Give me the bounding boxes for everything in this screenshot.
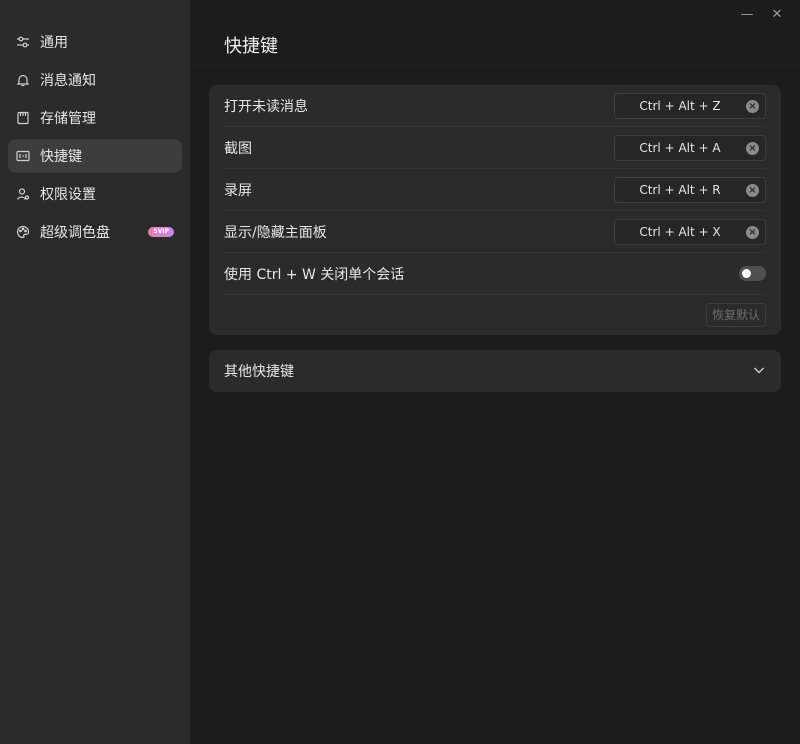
sidebar-item-label: 消息通知 xyxy=(40,73,96,89)
shortcut-key-value: Ctrl + Alt + A xyxy=(639,140,721,155)
close-session-toggle[interactable] xyxy=(739,266,766,281)
sidebar-item-general[interactable]: 通用 xyxy=(8,25,182,59)
palette-icon xyxy=(16,225,30,239)
shortcut-row-open-unread: 打开未读消息 Ctrl + Alt + Z × xyxy=(224,85,766,127)
user-permission-icon xyxy=(16,187,30,201)
other-shortcuts-expander[interactable]: 其他快捷键 xyxy=(209,350,781,392)
sidebar: 通用 消息通知 存储管理 快捷键 权限设置 超级调色盘 SVIP xyxy=(0,0,190,744)
main-panel: — ✕ 快捷键 打开未读消息 Ctrl + Alt + Z × 截图 Ctrl … xyxy=(190,0,800,744)
close-session-label: 使用 Ctrl + W 关闭单个会话 xyxy=(224,266,405,283)
restore-row: 恢复默认 xyxy=(224,295,766,335)
chevron-down-icon xyxy=(752,362,766,381)
clear-icon[interactable]: × xyxy=(746,99,759,113)
shortcut-key-input[interactable]: Ctrl + Alt + Z × xyxy=(614,92,766,119)
sidebar-item-notifications[interactable]: 消息通知 xyxy=(8,63,182,97)
shortcut-key-value: Ctrl + Alt + R xyxy=(639,182,721,197)
sidebar-item-shortcuts[interactable]: 快捷键 xyxy=(8,139,182,173)
close-button[interactable]: ✕ xyxy=(762,4,792,24)
shortcut-row-screenshot: 截图 Ctrl + Alt + A × xyxy=(224,127,766,169)
clear-icon[interactable]: × xyxy=(746,183,759,197)
shortcut-row-toggle-panel: 显示/隐藏主面板 Ctrl + Alt + X × xyxy=(224,211,766,253)
keyboard-icon xyxy=(16,149,30,163)
sidebar-item-permissions[interactable]: 权限设置 xyxy=(8,177,182,211)
clear-icon[interactable]: × xyxy=(746,141,759,155)
sidebar-item-label: 权限设置 xyxy=(40,187,96,203)
restore-default-button[interactable]: 恢复默认 xyxy=(705,303,766,327)
storage-icon xyxy=(16,111,30,125)
shortcut-key-value: Ctrl + Alt + Z xyxy=(639,98,721,113)
sidebar-item-label: 存储管理 xyxy=(40,111,96,127)
header-divider xyxy=(190,65,800,66)
close-session-row: 使用 Ctrl + W 关闭单个会话 xyxy=(224,253,766,295)
svip-badge: SVIP xyxy=(148,227,174,237)
shortcut-key-input[interactable]: Ctrl + Alt + R × xyxy=(614,176,766,203)
shortcut-label: 录屏 xyxy=(224,182,252,199)
bell-icon xyxy=(16,73,30,87)
other-shortcuts-label: 其他快捷键 xyxy=(224,364,294,380)
clear-icon[interactable]: × xyxy=(746,225,759,239)
sidebar-item-label: 快捷键 xyxy=(40,149,82,165)
shortcut-key-value: Ctrl + Alt + X xyxy=(639,224,721,239)
sidebar-item-palette[interactable]: 超级调色盘 SVIP xyxy=(8,215,182,249)
sliders-icon xyxy=(16,35,30,49)
shortcut-label: 截图 xyxy=(224,140,252,157)
sidebar-item-label: 超级调色盘 xyxy=(40,225,110,241)
shortcuts-card: 打开未读消息 Ctrl + Alt + Z × 截图 Ctrl + Alt + … xyxy=(209,85,781,335)
minimize-button[interactable]: — xyxy=(732,4,762,24)
shortcut-key-input[interactable]: Ctrl + Alt + X × xyxy=(614,218,766,245)
page-title: 快捷键 xyxy=(224,36,278,57)
sidebar-item-label: 通用 xyxy=(40,35,68,51)
sidebar-item-storage[interactable]: 存储管理 xyxy=(8,101,182,135)
shortcut-key-input[interactable]: Ctrl + Alt + A × xyxy=(614,134,766,161)
shortcut-row-screen-record: 录屏 Ctrl + Alt + R × xyxy=(224,169,766,211)
toggle-knob xyxy=(742,269,751,278)
shortcut-label: 显示/隐藏主面板 xyxy=(224,224,327,241)
shortcut-label: 打开未读消息 xyxy=(224,98,308,115)
window-controls: — ✕ xyxy=(732,4,792,24)
